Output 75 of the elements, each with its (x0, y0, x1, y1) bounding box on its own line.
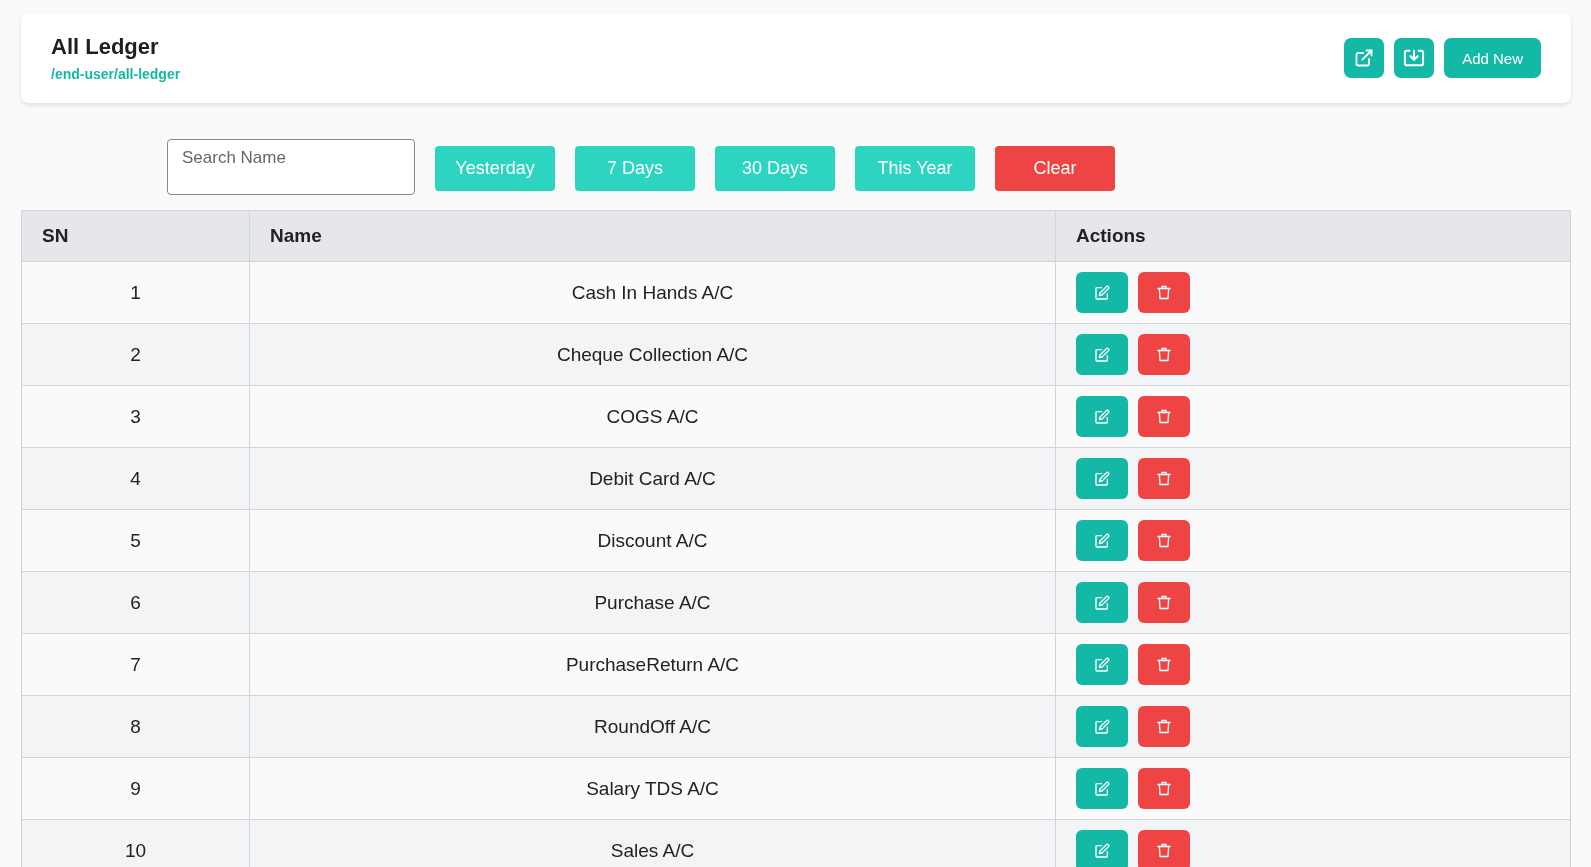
edit-icon (1094, 842, 1110, 859)
column-header: Name (249, 210, 1056, 262)
trash-icon (1156, 284, 1172, 301)
edit-button[interactable] (1076, 396, 1128, 437)
delete-button[interactable] (1138, 334, 1190, 375)
download-button[interactable] (1394, 38, 1435, 78)
table-cell: Cheque Collection A/C (249, 323, 1056, 386)
edit-icon (1094, 346, 1110, 363)
trash-icon (1156, 594, 1172, 611)
download-icon (1403, 48, 1426, 68)
export-button[interactable] (1344, 38, 1385, 78)
table-cell: 10 (21, 819, 250, 867)
table-cell: 3 (21, 385, 250, 448)
table-cell: Discount A/C (249, 509, 1056, 572)
trash-icon (1156, 408, 1172, 425)
edit-icon (1094, 470, 1110, 487)
table-cell: Purchase A/C (249, 571, 1056, 634)
delete-button[interactable] (1138, 830, 1190, 867)
delete-button[interactable] (1138, 458, 1190, 499)
table-cell: 1 (21, 261, 250, 324)
delete-button[interactable] (1138, 706, 1190, 747)
edit-button[interactable] (1076, 706, 1128, 747)
table-cell: 5 (21, 509, 250, 572)
delete-button[interactable] (1138, 272, 1190, 313)
trash-icon (1156, 780, 1172, 797)
edit-button[interactable] (1076, 768, 1128, 809)
trash-icon (1156, 656, 1172, 673)
breadcrumb-path: /end-user/all-ledger (51, 66, 181, 82)
edit-icon (1094, 656, 1110, 673)
external-link-icon (1354, 48, 1375, 68)
edit-icon (1094, 284, 1110, 301)
edit-icon (1094, 718, 1110, 735)
table-cell: 4 (21, 447, 250, 510)
edit-button[interactable] (1076, 830, 1128, 867)
edit-button[interactable] (1076, 644, 1128, 685)
edit-button[interactable] (1076, 334, 1128, 375)
edit-button[interactable] (1076, 520, 1128, 561)
table-cell: 6 (21, 571, 250, 634)
delete-button[interactable] (1138, 396, 1190, 437)
delete-button[interactable] (1138, 644, 1190, 685)
date-range-button[interactable]: 7 Days (575, 145, 695, 191)
table-cell: 7 (21, 633, 250, 696)
table-cell: PurchaseReturn A/C (249, 633, 1056, 696)
date-range-button[interactable]: This Year (855, 145, 975, 191)
table-cell: 9 (21, 757, 250, 820)
table-cell: Salary TDS A/C (249, 757, 1056, 820)
delete-button[interactable] (1138, 582, 1190, 623)
trash-icon (1156, 718, 1172, 735)
trash-icon (1156, 532, 1172, 549)
trash-icon (1156, 346, 1172, 363)
edit-icon (1094, 532, 1110, 549)
column-header: Actions (1055, 210, 1571, 262)
search-field[interactable]: Search Name (167, 139, 415, 195)
table-cell: RoundOff A/C (249, 695, 1056, 758)
table-cell: Cash In Hands A/C (249, 261, 1056, 324)
trash-icon (1156, 470, 1172, 487)
delete-button[interactable] (1138, 768, 1190, 809)
trash-icon (1156, 842, 1172, 859)
delete-button[interactable] (1138, 520, 1190, 561)
edit-button[interactable] (1076, 272, 1128, 313)
edit-button[interactable] (1076, 582, 1128, 623)
edit-icon (1094, 408, 1110, 425)
date-range-button[interactable]: Yesterday (435, 145, 555, 191)
table-cell: 8 (21, 695, 250, 758)
clear-button[interactable]: Clear (995, 145, 1115, 191)
edit-icon (1094, 780, 1110, 797)
edit-icon (1094, 594, 1110, 611)
column-header: SN (21, 210, 250, 262)
edit-button[interactable] (1076, 458, 1128, 499)
add-new-button[interactable]: Add New (1444, 38, 1541, 78)
table-cell: COGS A/C (249, 385, 1056, 448)
date-range-button[interactable]: 30 Days (715, 145, 835, 191)
table-cell: 2 (21, 323, 250, 386)
page-title: All Ledger (51, 34, 160, 60)
table-cell: Debit Card A/C (249, 447, 1056, 510)
